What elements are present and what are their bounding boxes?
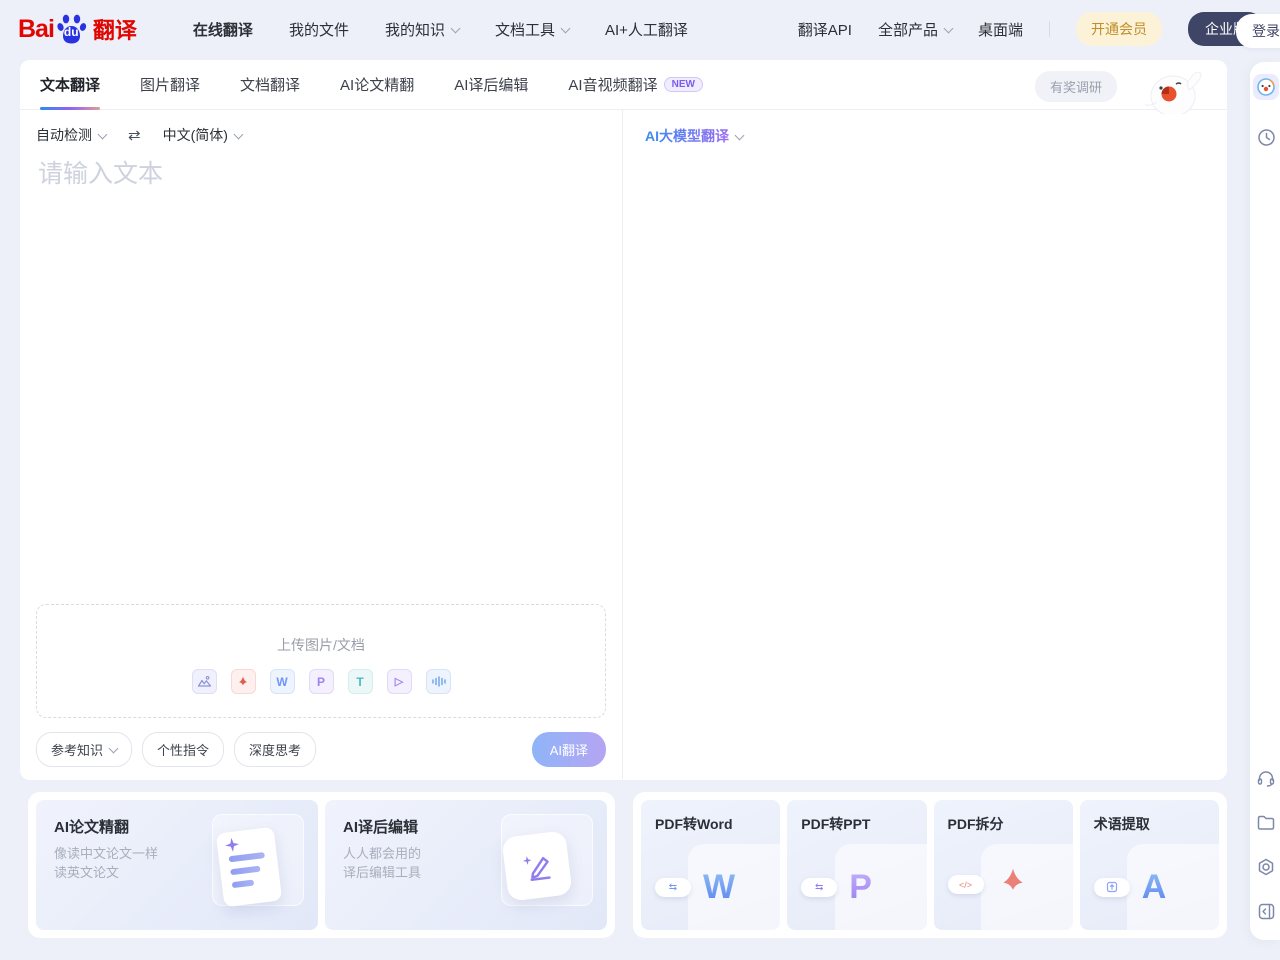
pdf-logo-icon (996, 865, 1030, 904)
card-title: 术语提取 (1094, 814, 1205, 834)
rabbit-mascot-illustration (1143, 62, 1205, 114)
card-pdf-split[interactable]: PDF拆分 </> (934, 800, 1073, 930)
reference-knowledge-button[interactable]: 参考知识 (36, 732, 132, 767)
language-bar: 自动检测 ⇄ 中文(简体) (36, 120, 242, 150)
word-file-icon: W (270, 669, 295, 694)
nav-doc-tools[interactable]: 文档工具 (495, 19, 569, 40)
tool-cards-group: PDF转Word ⇆ W PDF转PPT ⇆ P PDF拆分 </> 术语提取 … (633, 792, 1227, 938)
extract-icon (1094, 878, 1130, 897)
ai-translate-button[interactable]: AI翻译 (532, 732, 606, 767)
card-pdf-to-ppt[interactable]: PDF转PPT ⇆ P (787, 800, 926, 930)
promo-cards-group: AI论文精翻 像读中文论文一样 读英文论文 AI译后编辑 人人都会用的 译后编辑… (28, 792, 615, 938)
term-letter-icon: A (1142, 870, 1167, 904)
card-title: PDF转Word (655, 814, 766, 834)
tab-ai-post-edit[interactable]: AI译后编辑 (454, 60, 528, 110)
primary-nav: 在线翻译 我的文件 我的知识 文档工具 AI+人工翻译 (193, 19, 688, 40)
convert-swap-icon: ⇆ (655, 878, 691, 897)
personal-instruction-button[interactable]: 个性指令 (142, 732, 224, 767)
chevron-down-icon (233, 129, 243, 139)
convert-swap-icon: ⇆ (801, 878, 837, 897)
support-headset-icon[interactable] (1255, 768, 1277, 790)
chevron-down-icon (109, 744, 119, 754)
pdf-split-illustration: </> (948, 865, 1063, 904)
chevron-down-icon (451, 23, 461, 33)
tab-text-translate[interactable]: 文本翻译 (40, 60, 100, 110)
nav-my-files[interactable]: 我的文件 (289, 19, 349, 40)
output-pane: AI大模型翻译 (623, 110, 1227, 779)
chevron-down-icon (561, 23, 571, 33)
tab-ai-av-translate[interactable]: AI音视频翻译NEW (568, 60, 703, 110)
login-button[interactable]: 登录 (1236, 14, 1280, 48)
upload-title: 上传图片/文档 (37, 635, 605, 655)
tab-image-translate[interactable]: 图片翻译 (140, 60, 200, 110)
card-term-extract[interactable]: 术语提取 A (1080, 800, 1219, 930)
image-file-icon (192, 669, 217, 694)
target-language-select[interactable]: 中文(简体) (163, 125, 242, 145)
source-input[interactable]: 请输入文本 (38, 154, 163, 190)
new-badge: NEW (664, 77, 703, 92)
logo-text-bai: Bai (18, 15, 54, 44)
chevron-down-icon (98, 129, 108, 139)
collapse-panel-icon[interactable] (1255, 900, 1277, 922)
output-mode-select[interactable]: AI大模型翻译 (645, 126, 743, 146)
link-desktop-app[interactable]: 桌面端 (978, 19, 1023, 40)
card-pdf-to-word[interactable]: PDF转Word ⇆ W (641, 800, 780, 930)
edit-pencil-illustration (485, 816, 585, 920)
chevron-down-icon (944, 23, 954, 33)
floating-side-rail (1250, 62, 1280, 940)
logo-text-du: du (64, 25, 79, 39)
pdf-file-icon (231, 669, 256, 694)
nav-online-translate[interactable]: 在线翻译 (193, 19, 253, 40)
settings-icon[interactable] (1255, 856, 1277, 878)
assistant-icon[interactable] (1253, 74, 1279, 100)
translate-options-row: 参考知识 个性指令 深度思考 AI翻译 (36, 732, 606, 767)
translator-tabbar: 文本翻译 图片翻译 文档翻译 AI论文精翻 AI译后编辑 AI音视频翻译NEW … (20, 60, 1227, 110)
link-all-products[interactable]: 全部产品 (878, 19, 952, 40)
card-ai-post-edit[interactable]: AI译后编辑 人人都会用的 译后编辑工具 (325, 800, 607, 930)
top-header: Bai du 翻译 在线翻译 我的文件 我的知识 文档工具 AI+人工翻译 翻译… (0, 0, 1280, 58)
nav-ai-human-translate[interactable]: AI+人工翻译 (605, 19, 688, 40)
source-language-select[interactable]: 自动检测 (36, 125, 106, 145)
upload-dropzone[interactable]: 上传图片/文档 W P T ▷ (36, 604, 606, 718)
video-file-icon: ▷ (387, 669, 412, 694)
pdf-to-word-illustration: ⇆ W (655, 870, 770, 904)
logo-text-fanyi: 翻译 (93, 13, 137, 45)
folder-icon[interactable] (1255, 812, 1277, 834)
link-translate-api[interactable]: 翻译API (798, 19, 852, 40)
nav-my-knowledge[interactable]: 我的知识 (385, 19, 459, 40)
ppt-letter-icon: P (849, 870, 872, 904)
survey-button[interactable]: 有奖调研 (1035, 71, 1117, 102)
card-title: PDF拆分 (948, 814, 1059, 834)
chevron-down-icon (735, 130, 745, 140)
txt-file-icon: T (348, 669, 373, 694)
deep-thinking-button[interactable]: 深度思考 (234, 732, 316, 767)
pdf-to-ppt-illustration: ⇆ P (801, 870, 916, 904)
baidu-paw-icon: du (56, 12, 90, 46)
word-letter-icon: W (703, 870, 735, 904)
split-code-icon: </> (948, 875, 984, 894)
audio-file-icon (426, 669, 451, 694)
header-right-links: 翻译API 全部产品 桌面端 开通会员 企业版 (798, 12, 1264, 46)
paper-doc-illustration (196, 816, 296, 920)
upload-filetype-icons: W P T ▷ (37, 669, 605, 694)
divider (1049, 21, 1050, 37)
tab-ai-paper-translate[interactable]: AI论文精翻 (340, 60, 414, 110)
vip-membership-button[interactable]: 开通会员 (1076, 12, 1162, 46)
baidu-translate-logo[interactable]: Bai du 翻译 (18, 12, 137, 46)
card-ai-paper-translate[interactable]: AI论文精翻 像读中文论文一样 读英文论文 (36, 800, 318, 930)
term-extract-illustration: A (1094, 870, 1209, 904)
output-mode-label: AI大模型翻译 (645, 126, 729, 146)
history-icon[interactable] (1255, 126, 1277, 148)
tab-document-translate[interactable]: 文档翻译 (240, 60, 300, 110)
source-pane: 自动检测 ⇄ 中文(简体) 请输入文本 上传图片/文档 W P T ▷ (20, 110, 623, 779)
translator-body: 自动检测 ⇄ 中文(简体) 请输入文本 上传图片/文档 W P T ▷ (20, 110, 1227, 779)
swap-languages-icon[interactable]: ⇄ (128, 126, 141, 144)
card-title: PDF转PPT (801, 814, 912, 834)
ppt-file-icon: P (309, 669, 334, 694)
translator-panel: 文本翻译 图片翻译 文档翻译 AI论文精翻 AI译后编辑 AI音视频翻译NEW … (20, 60, 1227, 780)
